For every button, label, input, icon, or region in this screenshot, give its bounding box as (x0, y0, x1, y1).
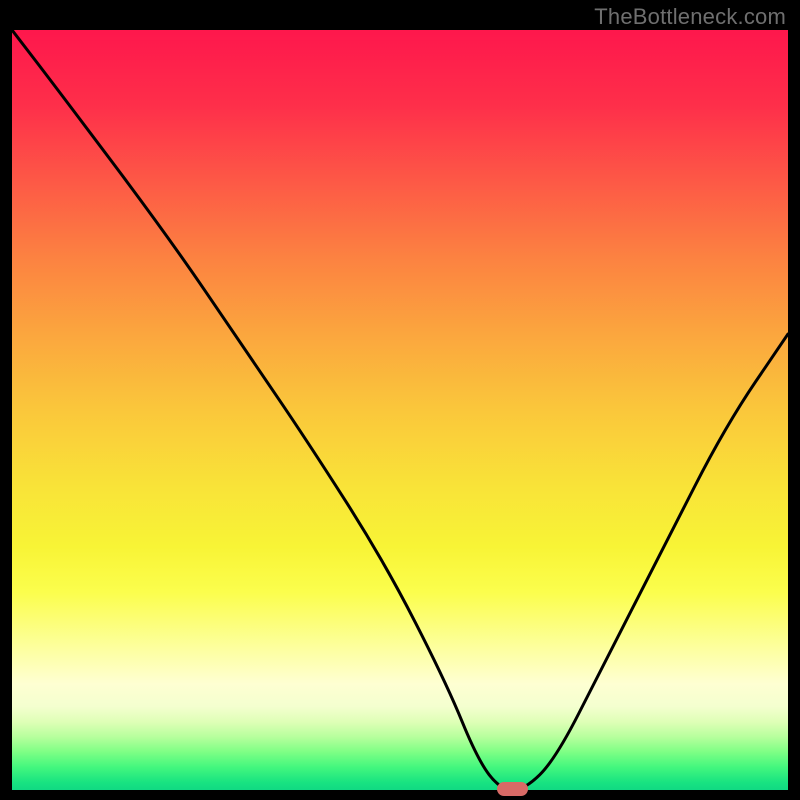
curve-path (12, 30, 788, 790)
chart-frame: TheBottleneck.com (0, 0, 800, 800)
watermark-text: TheBottleneck.com (594, 4, 786, 30)
optimal-marker (497, 782, 528, 796)
bottleneck-curve (12, 30, 788, 790)
